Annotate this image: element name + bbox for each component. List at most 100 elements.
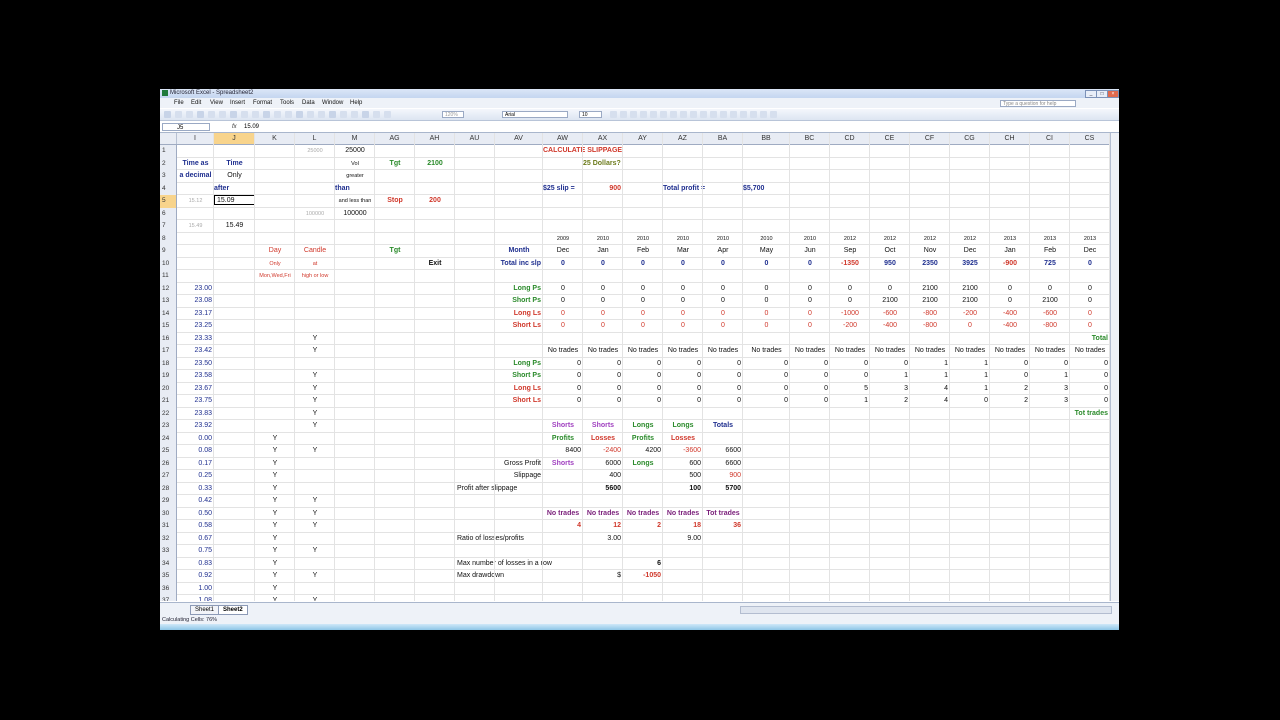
cell-bc20[interactable]: 0 — [790, 383, 830, 395]
cell-bb12[interactable]: 0 — [743, 283, 790, 295]
cell-ch21[interactable]: 2 — [990, 395, 1030, 407]
cell-bb8[interactable]: 2010 — [743, 233, 790, 245]
cell-cf19[interactable]: 1 — [910, 370, 950, 382]
cell-ba31[interactable]: 36 — [703, 520, 743, 532]
sheet-tab-1[interactable]: Sheet1 — [190, 605, 220, 615]
cell-k10[interactable]: Only — [255, 258, 295, 270]
cell-au34[interactable]: Max number of losses in a row — [455, 558, 552, 570]
row-header[interactable]: 19 — [160, 370, 177, 383]
cell-ax15[interactable]: 0 — [583, 320, 623, 332]
cell-ci18[interactable]: 0 — [1030, 358, 1070, 370]
cell-ay14[interactable]: 0 — [623, 308, 663, 320]
cell-i22[interactable]: 23.83 — [177, 408, 214, 420]
cell-k33[interactable]: Y — [255, 545, 295, 557]
column-header-ay[interactable]: AY — [623, 133, 663, 144]
cell-ce15[interactable]: -400 — [870, 320, 910, 332]
cell-cd20[interactable]: 5 — [830, 383, 870, 395]
cell-l37[interactable]: Y — [295, 595, 335, 601]
cell-ci14[interactable]: -600 — [1030, 308, 1070, 320]
cell-av27[interactable]: Slippage — [495, 470, 543, 482]
name-box[interactable]: J5 — [162, 123, 210, 131]
new-icon[interactable] — [164, 111, 171, 118]
column-header-cs[interactable]: CS — [1070, 133, 1110, 144]
cell-ay10[interactable]: 0 — [623, 258, 663, 270]
row-header[interactable]: 10 — [160, 257, 177, 270]
cell-i15[interactable]: 23.25 — [177, 320, 214, 332]
cell-ci19[interactable]: 1 — [1030, 370, 1070, 382]
cell-cg17[interactable]: No trades — [950, 345, 990, 357]
cell-ce14[interactable]: -600 — [870, 308, 910, 320]
cell-i37[interactable]: 1.08 — [177, 595, 214, 601]
vertical-scrollbar[interactable] — [1110, 133, 1119, 601]
column-header-au[interactable]: AU — [455, 133, 495, 144]
cell-az25[interactable]: -3600 — [663, 445, 703, 457]
indent-dec-icon[interactable] — [730, 111, 737, 118]
cell-k24[interactable]: Y — [255, 433, 295, 445]
cell-ax31[interactable]: 12 — [583, 520, 623, 532]
sort-asc-icon[interactable] — [351, 111, 358, 118]
cell-l9[interactable]: Candle — [295, 245, 335, 257]
menu-insert[interactable]: Insert — [230, 98, 245, 108]
cell-k32[interactable]: Y — [255, 533, 295, 545]
cell-cs19[interactable]: 0 — [1070, 370, 1110, 382]
cell-l16[interactable]: Y — [295, 333, 335, 345]
cell-ci13[interactable]: 2100 — [1030, 295, 1070, 307]
row-header[interactable]: 27 — [160, 470, 177, 483]
cell-ah10[interactable]: Exit — [415, 258, 455, 270]
column-header-av[interactable]: AV — [495, 133, 543, 144]
cell-ay21[interactable]: 0 — [623, 395, 663, 407]
cell-ch18[interactable]: 0 — [990, 358, 1030, 370]
cell-i5[interactable]: 15.12 — [177, 195, 214, 207]
cell-i26[interactable]: 0.17 — [177, 458, 214, 470]
row-header[interactable]: 35 — [160, 570, 177, 583]
cell-bc17[interactable]: No trades — [790, 345, 830, 357]
cell-cs8[interactable]: 2013 — [1070, 233, 1110, 245]
cell-l10[interactable]: at — [295, 258, 335, 270]
cell-cs20[interactable]: 0 — [1070, 383, 1110, 395]
cell-ba14[interactable]: 0 — [703, 308, 743, 320]
print-icon[interactable] — [219, 111, 226, 118]
format-painter-icon[interactable] — [296, 111, 303, 118]
cell-i28[interactable]: 0.33 — [177, 483, 214, 495]
cell-aw9[interactable]: Dec — [543, 245, 583, 257]
row-header[interactable]: 26 — [160, 457, 177, 470]
cell-ch8[interactable]: 2013 — [990, 233, 1030, 245]
cell-i17[interactable]: 23.42 — [177, 345, 214, 357]
cell-i36[interactable]: 1.00 — [177, 583, 214, 595]
cell-bc12[interactable]: 0 — [790, 283, 830, 295]
cell-ba10[interactable]: 0 — [703, 258, 743, 270]
cell-ax17[interactable]: No trades — [583, 345, 623, 357]
cell-l22[interactable]: Y — [295, 408, 335, 420]
percent-icon[interactable] — [690, 111, 697, 118]
row-header[interactable]: 15 — [160, 320, 177, 333]
formula-input[interactable]: 15.09 — [244, 122, 259, 132]
cell-cd12[interactable]: 0 — [830, 283, 870, 295]
align-center-icon[interactable] — [650, 111, 657, 118]
column-header-ah[interactable]: AH — [415, 133, 455, 144]
cell-cg9[interactable]: Dec — [950, 245, 990, 257]
cell-aw18[interactable]: 0 — [543, 358, 583, 370]
borders-icon[interactable] — [750, 111, 757, 118]
cell-cs14[interactable]: 0 — [1070, 308, 1110, 320]
active-cell[interactable]: 15.09 — [214, 195, 255, 205]
cell-m3[interactable]: greater — [335, 170, 375, 182]
cell-ax10[interactable]: 0 — [583, 258, 623, 270]
cell-l30[interactable]: Y — [295, 508, 335, 520]
cell-l17[interactable]: Y — [295, 345, 335, 357]
cell-cd17[interactable]: No trades — [830, 345, 870, 357]
cell-i33[interactable]: 0.75 — [177, 545, 214, 557]
cell-ax23[interactable]: Shorts — [583, 420, 623, 432]
cell-cs16[interactable]: Total — [1070, 333, 1110, 345]
cell-ce12[interactable]: 0 — [870, 283, 910, 295]
menu-edit[interactable]: Edit — [191, 98, 201, 108]
close-icon[interactable]: × — [1107, 90, 1119, 98]
row-header[interactable]: 37 — [160, 595, 177, 601]
dec-inc-icon[interactable] — [710, 111, 717, 118]
column-header-ag[interactable]: AG — [375, 133, 415, 144]
row-header[interactable]: 13 — [160, 295, 177, 308]
cell-i20[interactable]: 23.67 — [177, 383, 214, 395]
cell-ce18[interactable]: 0 — [870, 358, 910, 370]
row-header[interactable]: 22 — [160, 407, 177, 420]
cell-ba30[interactable]: Tot trades — [703, 508, 743, 520]
drawing-icon[interactable] — [384, 111, 391, 118]
